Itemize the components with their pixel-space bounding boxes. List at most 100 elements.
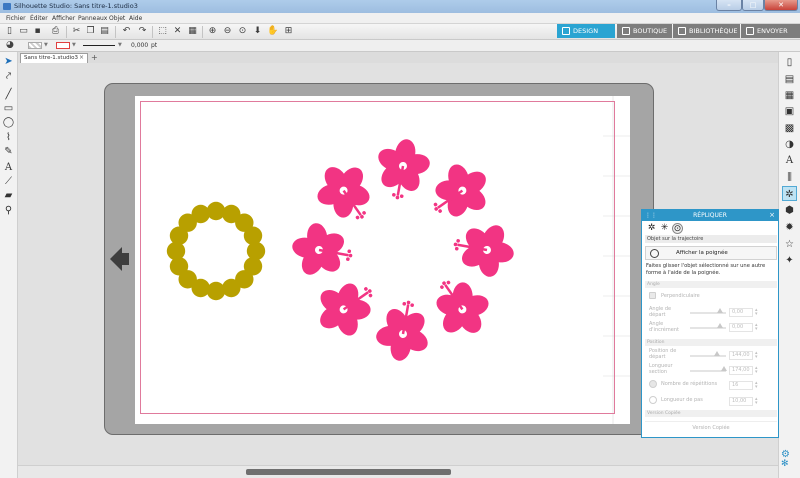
maximize-button[interactable]: □ [742,0,764,11]
polygon-tool-icon[interactable]: ⌇ [2,131,15,144]
grid-panel-icon[interactable]: ▦ [782,88,797,103]
modify-panel-icon[interactable]: ⬢ [782,203,797,218]
menu-objet[interactable]: Objet [109,15,125,22]
menu-panneaux[interactable]: Panneaux [78,15,107,22]
star-panel-icon[interactable]: ☆ [782,237,797,252]
perpendicular-checkbox[interactable] [649,292,656,299]
copy-icon[interactable]: ❐ [85,26,96,37]
deselect-icon[interactable]: ✕ [172,26,183,37]
slider-knob[interactable] [714,351,720,356]
section-length-input[interactable]: 174,00 [729,366,753,375]
line-color-swatch[interactable] [56,42,70,49]
fill-panel-icon[interactable]: ▣ [782,104,797,119]
spinner-icon[interactable]: ▴ ▾ [755,381,758,390]
horizontal-scrollbar[interactable] [18,465,778,478]
paste-icon[interactable]: ▤ [99,26,110,37]
zoom-select-icon[interactable]: ⊙ [237,26,248,37]
step-length-input[interactable]: 10,00 [729,397,753,406]
text-style-icon[interactable]: A [782,153,797,168]
repetitions-input[interactable]: 16 [729,381,753,390]
tab-boutique[interactable]: BOUTIQUE [617,24,672,38]
sketch-panel-icon[interactable]: ✦ [782,253,797,268]
save-icon[interactable]: ▪ [32,26,43,37]
ellipse-tool-icon[interactable]: ◯ [2,116,15,129]
line-width-field[interactable]: 0,000 [131,42,148,49]
eraser-tool-icon[interactable]: ▰ [2,189,15,202]
tab-envoyer[interactable]: ENVOYER [741,24,800,38]
design-objects[interactable] [135,96,630,424]
document-tab[interactable]: Sans titre-1.studio3 × [20,53,88,63]
align-panel-icon[interactable]: ⫼ [782,170,797,185]
redo-icon[interactable]: ↷ [137,26,148,37]
undo-icon[interactable]: ↶ [121,26,132,37]
spinner-icon[interactable]: ▴ ▾ [755,397,758,406]
replicate-tab-icon[interactable]: ✲ [646,223,657,234]
library-panel-icon[interactable]: ▤ [782,72,797,87]
knife-tool-icon[interactable]: ⟋ [2,175,15,188]
path-tab-icon[interactable]: ⊙ [672,223,683,234]
menu-editer[interactable]: Éditer [30,15,48,22]
line-style-sample[interactable] [83,45,115,46]
palette-icon[interactable]: ◕ [6,41,16,50]
hibiscus-wreath-object[interactable] [287,134,518,365]
spinner-icon[interactable]: ▴ ▾ [755,323,758,332]
close-icon[interactable]: × [769,210,775,221]
step-length-radio[interactable] [649,396,657,404]
start-angle-input[interactable]: 0,00 [729,308,753,317]
pencil-tool-icon[interactable]: ✎ [2,145,15,158]
new-tab-button[interactable]: + [91,53,98,62]
minimize-button[interactable]: – [716,0,742,11]
tab-design[interactable]: DESIGN [557,24,615,38]
zoom-out-icon[interactable]: ⊖ [222,26,233,37]
print-icon[interactable]: ⎙ [50,26,61,37]
page-setup-icon[interactable]: ▯ [782,55,797,70]
trace-panel-icon[interactable]: ◑ [782,137,797,152]
select-all-icon[interactable]: ⬚ [157,26,168,37]
tab-bibliotheque[interactable]: BIBLIOTHÈQUE [673,24,740,38]
spinner-icon[interactable]: ▴ ▾ [755,308,758,317]
step-angle-input[interactable]: 0,00 [729,323,753,332]
slider-knob[interactable] [717,308,723,313]
grip-icon[interactable]: ⋮⋮ [645,210,657,221]
chevron-down-icon[interactable]: ▼ [118,42,122,48]
eyedropper-tool-icon[interactable]: ⚲ [2,204,15,217]
repetitions-radio[interactable] [649,380,657,388]
close-tab-icon[interactable]: × [79,54,84,61]
pan-down-icon[interactable]: ⬇ [252,26,263,37]
chevron-down-icon[interactable]: ▼ [44,42,48,48]
menu-fichier[interactable]: Fichier [6,15,26,22]
close-window-button[interactable]: ✕ [764,0,798,11]
start-position-slider[interactable] [690,355,726,357]
spinner-icon[interactable]: ▴ ▾ [755,366,758,375]
design-page[interactable] [135,96,630,424]
scrollbar-thumb[interactable] [246,469,451,475]
new-document-icon[interactable]: ▯ [4,26,15,37]
offset-panel-icon[interactable]: ✹ [782,220,797,235]
slider-knob[interactable] [721,366,727,371]
group-icon[interactable]: ▦ [187,26,198,37]
spinner-icon[interactable]: ▴ ▾ [755,351,758,360]
show-handle-button[interactable]: Afficher la poignée [645,246,777,260]
start-position-input[interactable]: 144,00 [729,351,753,360]
menu-afficher[interactable]: Afficher [52,15,75,22]
replicate-panel-icon[interactable]: ✲ [782,186,797,201]
line-panel-icon[interactable]: ▩ [782,121,797,136]
cut-icon[interactable]: ✂ [71,26,82,37]
slider-knob[interactable] [717,323,723,328]
text-tool-icon[interactable]: A [2,161,15,174]
open-folder-icon[interactable]: ▭ [18,26,29,37]
select-arrow-icon[interactable]: ➤ [2,55,15,68]
fill-swatch[interactable] [28,42,42,49]
hand-pan-icon[interactable]: ✋ [267,26,278,37]
settings-icon[interactable]: ✻ [781,459,789,469]
menu-aide[interactable]: Aide [129,15,142,22]
panel-header[interactable]: ⋮⋮ RÉPLIQUER × [642,210,778,221]
circle-ring-object[interactable] [166,201,266,301]
point-edit-icon[interactable]: ⤤ [2,70,15,83]
rectangle-tool-icon[interactable]: ▭ [2,102,15,115]
chevron-down-icon[interactable]: ▼ [72,42,76,48]
versions-copy-button[interactable]: Version Copiée [645,421,777,434]
mirror-tab-icon[interactable]: ✳ [659,223,670,234]
fit-page-icon[interactable]: ⊞ [283,26,294,37]
line-tool-icon[interactable]: ╱ [2,88,15,101]
